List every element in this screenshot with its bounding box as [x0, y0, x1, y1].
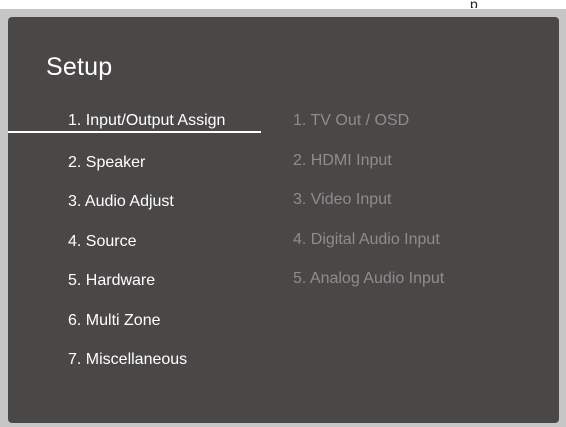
input-output-assign-submenu: 1. TV Out / OSD 2. HDMI Input 3. Video I…	[293, 109, 444, 307]
menu-item-label: 1. Input/Output Assign	[68, 112, 226, 129]
setup-screen: Setup 1. Input/Output Assign 2. Speaker …	[8, 17, 559, 423]
menu-item-audio-adjust[interactable]: 3. Audio Adjust	[8, 190, 268, 230]
menu-item-label: 2. Speaker	[68, 153, 146, 171]
submenu-item-analog-audio-input[interactable]: 5. Analog Audio Input	[293, 267, 444, 307]
menu-item-speaker[interactable]: 2. Speaker	[8, 151, 268, 191]
menu-item-label: 7. Miscellaneous	[68, 351, 188, 368]
submenu-item-hdmi-input[interactable]: 2. HDMI Input	[293, 149, 444, 189]
menu-item-source[interactable]: 4. Source	[8, 230, 268, 270]
menu-item-label: 5. Hardware	[68, 272, 156, 289]
page-title: Setup	[46, 53, 113, 81]
submenu-item-video-input[interactable]: 3. Video Input	[293, 188, 444, 228]
menu-item-label: 3. Audio Adjust	[68, 193, 174, 210]
cropped-caption-fragment: p	[470, 0, 510, 8]
menu-item-label: 4. Source	[68, 232, 137, 250]
menu-item-multi-zone[interactable]: 6. Multi Zone	[8, 309, 268, 349]
menu-item-miscellaneous[interactable]: 7. Miscellaneous	[8, 348, 268, 388]
submenu-item-tv-out-osd[interactable]: 1. TV Out / OSD	[293, 109, 444, 149]
menu-item-input-output-assign[interactable]: 1. Input/Output Assign	[8, 109, 261, 133]
submenu-item-digital-audio-input[interactable]: 4. Digital Audio Input	[293, 228, 444, 268]
setup-menu: 1. Input/Output Assign 2. Speaker 3. Aud…	[8, 109, 268, 388]
cropped-caption-text: p	[470, 0, 478, 8]
menu-item-label: 6. Multi Zone	[68, 311, 161, 329]
menu-item-hardware[interactable]: 5. Hardware	[8, 269, 268, 309]
page: p Setup 1. Input/Output Assign 2. Speake…	[0, 0, 566, 427]
